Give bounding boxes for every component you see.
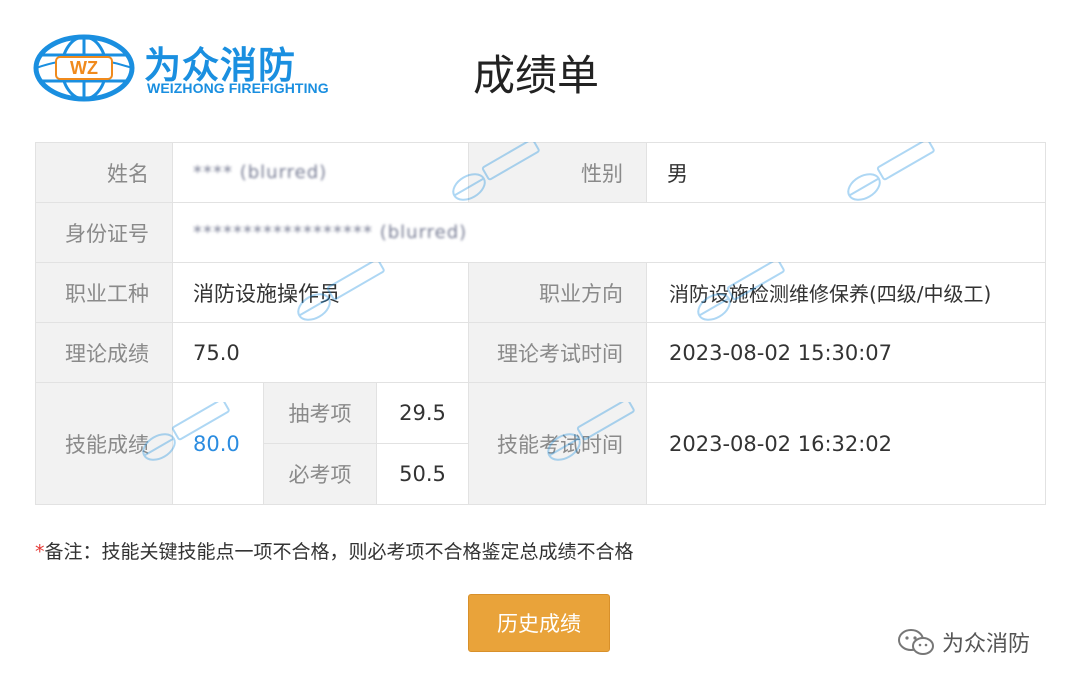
- globe-logo-icon: WZ: [33, 34, 135, 102]
- remark-note: *备注：技能关键技能点一项不合格，则必考项不合格鉴定总成绩不合格: [35, 537, 634, 564]
- id-value-cell: ****************** (blurred): [172, 202, 1046, 263]
- required-item-value: 50.5: [376, 443, 469, 505]
- theory-score-label: 理论成绩: [35, 322, 173, 383]
- sample-item-value: 29.5: [376, 382, 469, 444]
- skill-score-value: 80.0: [172, 382, 264, 505]
- remark-text: 备注：技能关键技能点一项不合格，则必考项不合格鉴定总成绩不合格: [44, 541, 634, 563]
- direction-value: 消防设施检测维修保养(四级/中级工): [646, 262, 1046, 323]
- occupation-value: 消防设施操作员: [172, 262, 469, 323]
- page-title: 成绩单: [473, 51, 600, 100]
- wechat-account-name: 为众消防: [942, 632, 1031, 657]
- brand-name-en: WEIZHONG FIREFIGHTING: [147, 80, 329, 96]
- id-label: 身份证号: [35, 202, 173, 263]
- skill-time-label: 技能考试时间: [468, 382, 647, 505]
- name-value-cell: **** (blurred): [172, 142, 469, 203]
- wechat-icon: [898, 629, 934, 655]
- skill-time-value: 2023-08-02 16:32:02: [646, 382, 1046, 505]
- required-star: *: [35, 541, 45, 563]
- occupation-label: 职业工种: [35, 262, 173, 323]
- id-value: ****************** (blurred): [193, 222, 468, 243]
- theory-time-value: 2023-08-02 15:30:07: [646, 322, 1046, 383]
- gender-value: 男: [646, 142, 1046, 203]
- theory-time-label: 理论考试时间: [468, 322, 647, 383]
- logo-badge-text: WZ: [70, 58, 98, 78]
- direction-label: 职业方向: [468, 262, 647, 323]
- score-table: 姓名 **** (blurred) 性别 男 身份证号 ************…: [35, 142, 1046, 505]
- required-item-label: 必考项: [263, 443, 377, 505]
- history-scores-button[interactable]: 历史成绩: [468, 594, 610, 652]
- name-label: 姓名: [35, 142, 173, 203]
- theory-score-value: 75.0: [172, 322, 469, 383]
- skill-score-label: 技能成绩: [35, 382, 173, 505]
- gender-label: 性别: [468, 142, 647, 203]
- sample-item-label: 抽考项: [263, 382, 377, 444]
- name-value: **** (blurred): [193, 162, 328, 183]
- brand-logo: WZ 为众消防 WEIZHONG FIREFIGHTING: [32, 33, 332, 103]
- wechat-account-mark: 为众消防: [896, 624, 1030, 660]
